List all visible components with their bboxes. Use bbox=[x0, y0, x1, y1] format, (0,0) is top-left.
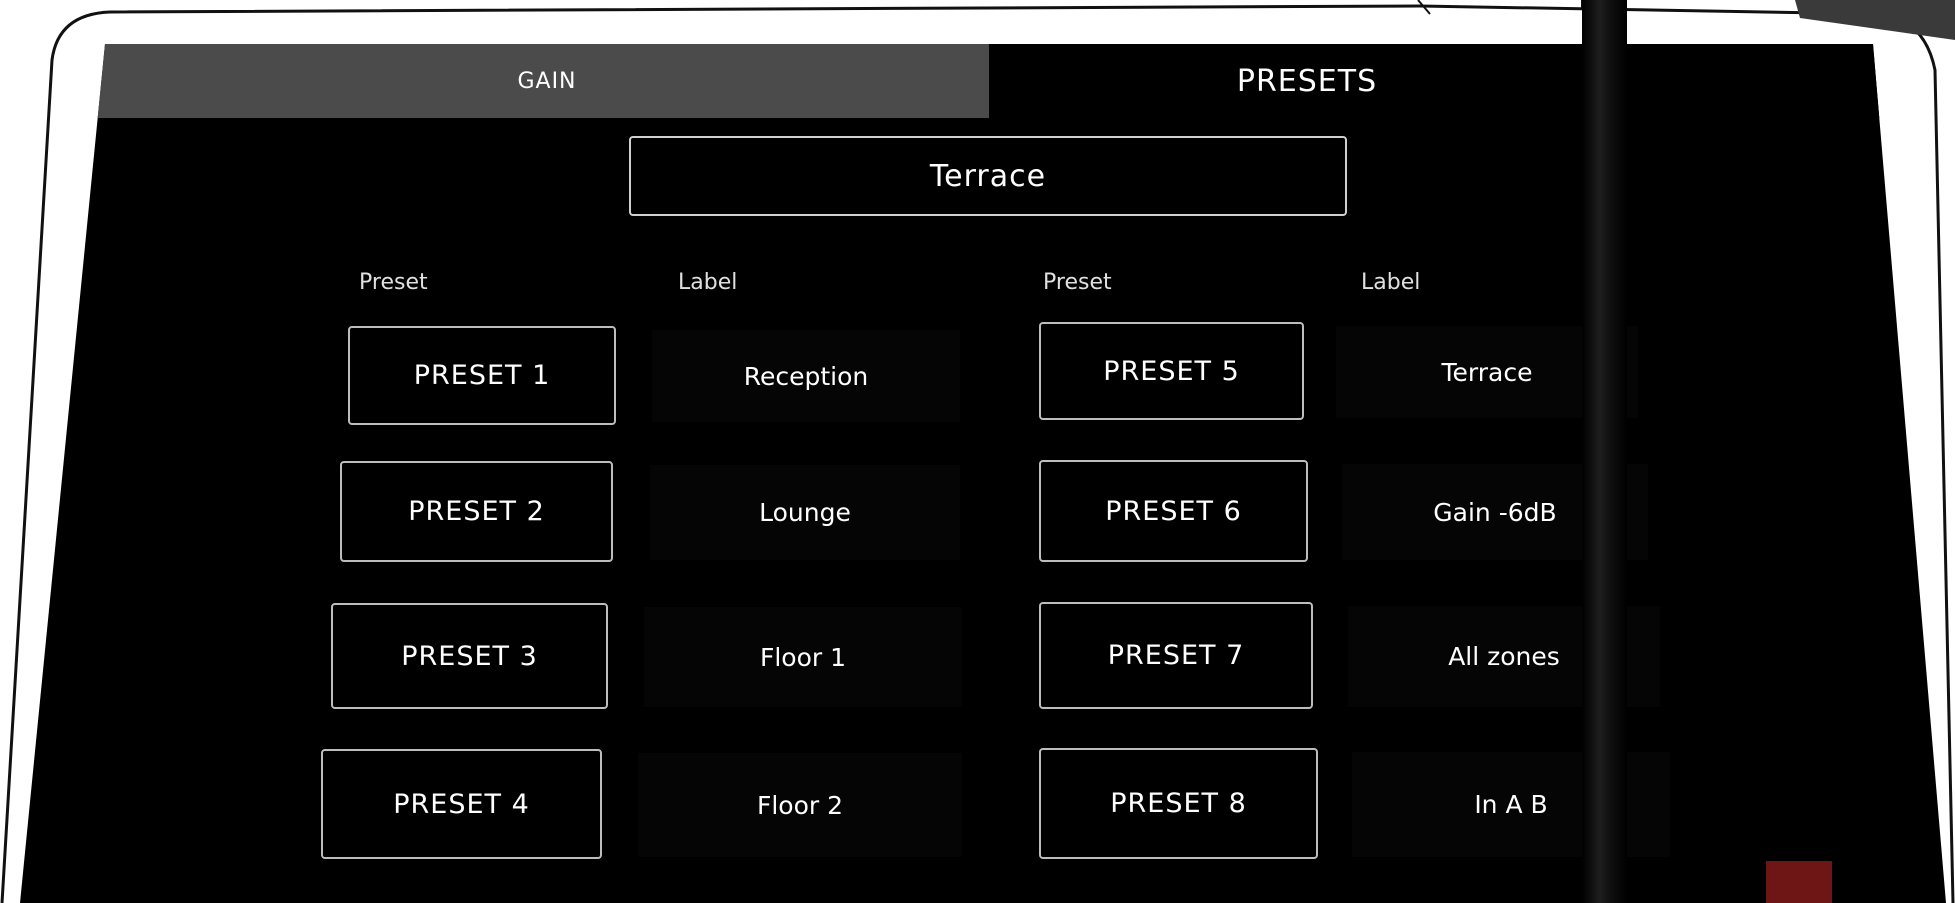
preset-7-button[interactable]: PRESET 7 bbox=[1039, 602, 1313, 709]
column-header-label-left: Label bbox=[678, 270, 738, 295]
preset-3-label: Floor 1 bbox=[644, 607, 962, 707]
preset-1-label: Reception bbox=[652, 330, 960, 422]
touch-screen: GAIN PRESETS Terrace Preset Label Preset… bbox=[20, 44, 1946, 903]
corner-indicator bbox=[1766, 861, 1832, 903]
preset-4-label: Floor 2 bbox=[638, 753, 962, 857]
preset-5-button[interactable]: PRESET 5 bbox=[1039, 322, 1304, 420]
column-header-preset-left: Preset bbox=[359, 270, 428, 295]
preset-2-label: Lounge bbox=[650, 465, 960, 560]
foreground-pole bbox=[1582, 0, 1627, 903]
tab-gain[interactable]: GAIN bbox=[20, 44, 989, 118]
preset-1-button[interactable]: PRESET 1 bbox=[348, 326, 616, 425]
column-header-label-right: Label bbox=[1361, 270, 1421, 295]
preset-4-button[interactable]: PRESET 4 bbox=[321, 749, 602, 859]
tab-bar: GAIN PRESETS bbox=[20, 44, 1946, 118]
zone-selector[interactable]: Terrace bbox=[629, 136, 1347, 216]
preset-6-button[interactable]: PRESET 6 bbox=[1039, 460, 1308, 562]
preset-3-button[interactable]: PRESET 3 bbox=[331, 603, 608, 709]
preset-2-button[interactable]: PRESET 2 bbox=[340, 461, 613, 562]
column-header-preset-right: Preset bbox=[1043, 270, 1112, 295]
preset-8-button[interactable]: PRESET 8 bbox=[1039, 748, 1318, 859]
tab-presets[interactable]: PRESETS bbox=[989, 44, 1946, 118]
